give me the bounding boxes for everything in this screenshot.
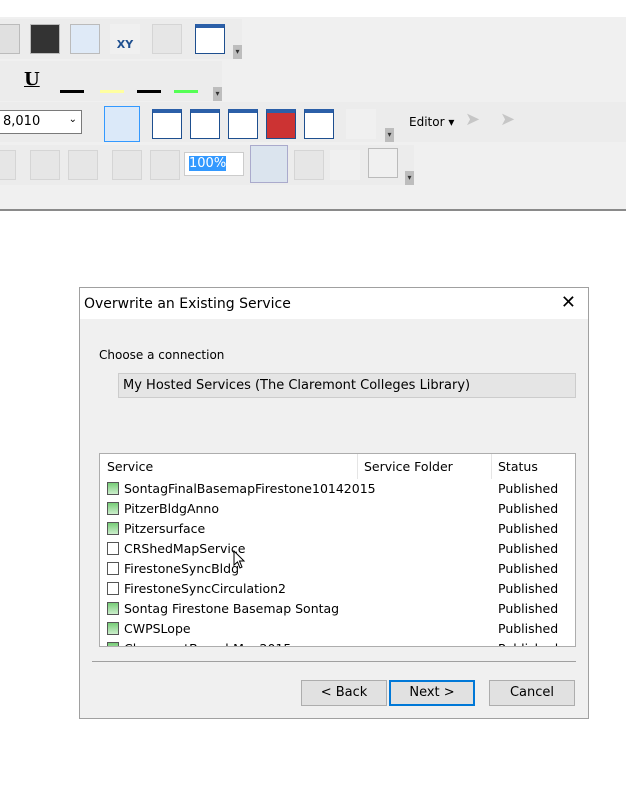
service-name: FirestoneSyncCirculation2: [124, 581, 286, 596]
toggle-draft-mode-icon[interactable]: [250, 145, 288, 183]
feature-service-icon: [107, 562, 119, 575]
straight-segment-icon: [545, 109, 575, 139]
service-name: ClaremontBranchMap2015: [124, 641, 291, 646]
zoom-percent-value: 100%: [189, 156, 227, 171]
service-name: FirestoneSyncBldg: [124, 561, 240, 576]
service-status: Published: [498, 521, 559, 536]
fill-color-icon[interactable]: [100, 69, 124, 93]
change-layout-icon[interactable]: [330, 150, 360, 180]
toolbar-area: XY ▾ U ▾ 8,010 ⌄ ▾ Editor ▾ ➤ ➤ 100% ▾: [0, 17, 626, 211]
table-of-contents-icon[interactable]: [152, 109, 182, 139]
separator: [92, 661, 576, 662]
toolbar-layout: 100% ▾: [0, 145, 414, 185]
map-service-icon: [107, 622, 119, 635]
list-item[interactable]: FirestoneSyncBldg Published: [100, 559, 575, 579]
toolbar-draw: U ▾: [0, 61, 222, 101]
mouse-cursor-icon: [233, 550, 246, 569]
service-status: Published: [498, 561, 559, 576]
underline-icon[interactable]: U: [24, 69, 40, 90]
forward-extent-icon: [150, 150, 180, 180]
zoom-in-fixed-icon: [30, 150, 60, 180]
close-icon[interactable]: ✕: [561, 292, 576, 313]
zoom-percent-combo[interactable]: 100%: [184, 152, 244, 176]
list-header: Service Service Folder Status: [100, 454, 575, 479]
title-bar: Overwrite an Existing Service ✕: [80, 288, 588, 319]
connection-label: Choose a connection: [99, 348, 225, 362]
line-color-icon[interactable]: [137, 69, 161, 93]
trace-icon: [583, 109, 613, 139]
edit-annotation-icon: ➤: [500, 109, 516, 130]
service-name: CRShedMapService: [124, 541, 246, 556]
editor-toolbar-icon[interactable]: [104, 106, 140, 142]
python-window-icon[interactable]: [304, 109, 334, 139]
list-item[interactable]: ClaremontBranchMap2015 Published: [100, 639, 575, 646]
feature-service-icon: [107, 582, 119, 595]
map-service-icon: [107, 602, 119, 615]
service-status: Published: [498, 481, 559, 496]
service-list[interactable]: Service Service Folder Status SontagFina…: [99, 453, 576, 647]
list-item[interactable]: PitzerBldgAnno Published: [100, 499, 575, 519]
find-binoculars-icon[interactable]: [30, 24, 60, 54]
service-status: Published: [498, 501, 559, 516]
zoom-out-fixed-icon: [68, 150, 98, 180]
cancel-button[interactable]: Cancel: [489, 680, 575, 706]
editor-menu[interactable]: Editor ▾: [409, 115, 454, 129]
magnifier-window-icon[interactable]: [195, 24, 225, 54]
service-name: Sontag Firestone Basemap Sontag: [124, 601, 340, 616]
connection-select[interactable]: My Hosted Services (The Claremont Colleg…: [118, 373, 576, 398]
list-item[interactable]: CRShedMapService Published: [100, 539, 575, 559]
back-button[interactable]: < Back: [301, 680, 387, 706]
marker-color-icon[interactable]: [174, 69, 198, 93]
map-service-icon: [107, 522, 119, 535]
feature-service-icon: [107, 542, 119, 555]
toolbar-tools: XY ▾: [0, 19, 242, 59]
service-status: Published: [498, 621, 559, 636]
dialog-title: Overwrite an Existing Service: [84, 296, 291, 312]
editor-label: Editor: [409, 115, 445, 129]
list-item[interactable]: CWPSLope Published: [100, 619, 575, 639]
list-item[interactable]: FirestoneSyncCirculation2 Published: [100, 579, 575, 599]
service-name: PitzerBldgAnno: [124, 501, 219, 516]
edit-tool-icon: ➤: [465, 109, 481, 130]
toolbar-options-grip[interactable]: ▾: [213, 87, 222, 101]
service-status: Published: [498, 641, 558, 646]
service-status: Published: [498, 541, 559, 556]
search-window-icon[interactable]: [228, 109, 258, 139]
column-header-service[interactable]: Service: [107, 459, 153, 474]
list-item[interactable]: SontagFinalBasemapFirestone10142015 Publi…: [100, 479, 575, 499]
modelbuilder-icon[interactable]: [346, 109, 376, 139]
overwrite-service-dialog: Overwrite an Existing Service ✕ Choose a…: [79, 287, 589, 719]
measure-icon[interactable]: [0, 24, 20, 54]
column-header-status[interactable]: Status: [498, 459, 538, 474]
next-button[interactable]: Next >: [389, 680, 475, 706]
toolbar-options-grip[interactable]: ▾: [233, 45, 242, 59]
arctoolbox-icon[interactable]: [266, 109, 296, 139]
catalog-icon[interactable]: [190, 109, 220, 139]
route-icon[interactable]: [70, 24, 100, 54]
column-header-folder[interactable]: Service Folder: [364, 459, 453, 474]
scale-combo[interactable]: 8,010 ⌄: [0, 110, 82, 134]
map-service-icon: [107, 502, 119, 515]
service-status: Published: [498, 581, 559, 596]
go-to-xy-icon[interactable]: XY: [110, 24, 140, 54]
font-color-icon[interactable]: [60, 69, 84, 93]
toolbar-standard: 8,010 ⌄ ▾ Editor ▾ ➤ ➤: [0, 102, 626, 142]
list-item[interactable]: Sontag Firestone Basemap Sontag Published: [100, 599, 575, 619]
toolbar-options-grip[interactable]: ▾: [405, 171, 414, 185]
service-status: Published: [498, 601, 559, 616]
service-name: CWPSLope: [124, 621, 191, 636]
data-driven-pages-icon[interactable]: [368, 148, 398, 178]
toolbar-options-grip[interactable]: ▾: [385, 128, 394, 142]
scale-value: 8,010: [3, 114, 41, 129]
list-item[interactable]: Pitzersurface Published: [100, 519, 575, 539]
focus-data-frame-icon: [294, 150, 324, 180]
time-slider-icon: [152, 24, 182, 54]
back-extent-icon: [112, 150, 142, 180]
service-name: SontagFinalBasemapFirestone10142015: [124, 481, 376, 496]
map-service-icon: [107, 642, 119, 646]
zoom-whole-page-icon: [0, 150, 16, 180]
map-service-icon: [107, 482, 119, 495]
service-name: Pitzersurface: [124, 521, 206, 536]
